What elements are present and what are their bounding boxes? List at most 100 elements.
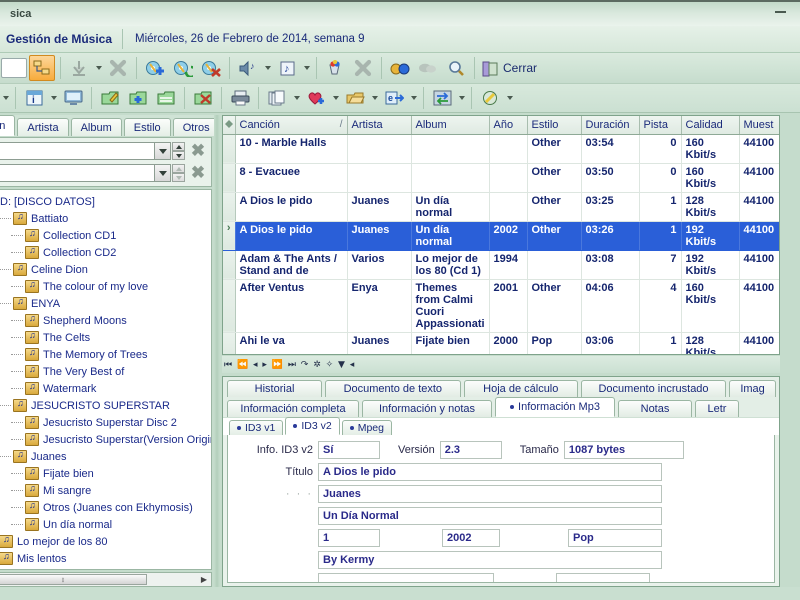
sidebar-tab-estilo[interactable]: Estilo bbox=[124, 118, 171, 136]
tab-hoja-de-c-lculo[interactable]: Hoja de cálculo bbox=[464, 380, 578, 397]
info-window-icon[interactable]: i bbox=[21, 85, 47, 111]
extra1-field[interactable] bbox=[318, 573, 494, 583]
table-row[interactable]: After VentusEnyaThemes from Calmi Cuori … bbox=[223, 279, 780, 332]
tab-historial[interactable]: Historial bbox=[227, 380, 322, 397]
tree-node[interactable]: Mis lentos bbox=[0, 550, 211, 567]
extra2-field[interactable] bbox=[556, 573, 650, 583]
column-header-calidad[interactable]: Calidad bbox=[681, 116, 739, 134]
column-header-pista[interactable]: Pista bbox=[639, 116, 681, 134]
folder-delete-icon[interactable] bbox=[190, 85, 216, 111]
tab-notas[interactable]: Notas bbox=[618, 400, 692, 417]
import-arrow-icon[interactable] bbox=[66, 55, 92, 81]
table-row[interactable]: 8 - EvacueeOther03:500160 Kbit/s44100 bbox=[223, 163, 780, 192]
chevron-down-icon-palette[interactable] bbox=[507, 96, 513, 100]
titulo-field[interactable]: A Dios le pido bbox=[318, 463, 662, 481]
tree-node[interactable]: -JESUCRISTO SUPERSTAR bbox=[0, 397, 211, 414]
chevron-down-icon-left[interactable] bbox=[3, 96, 9, 100]
library-tree[interactable]: D: [DISCO DATOS]-BattiatoCollection CD1C… bbox=[0, 189, 212, 570]
spinner-up-icon[interactable] bbox=[172, 164, 185, 173]
filter-input-1[interactable] bbox=[0, 142, 154, 160]
minimize-button[interactable] bbox=[775, 11, 786, 13]
chevron-down-icon-filter-2[interactable] bbox=[154, 164, 171, 182]
chevron-down-icon-copy[interactable] bbox=[294, 96, 300, 100]
filter-input-2[interactable] bbox=[0, 164, 154, 182]
chevron-down-icon-speaker[interactable] bbox=[265, 66, 271, 70]
chevron-down-icon-note[interactable] bbox=[304, 66, 310, 70]
speaker-icon[interactable]: ♪ bbox=[235, 55, 261, 81]
export-icon[interactable]: e bbox=[381, 85, 407, 111]
tree-node[interactable]: -Juanes bbox=[0, 448, 211, 465]
chevron-down-icon-import[interactable] bbox=[96, 66, 102, 70]
tree-node[interactable]: Watermark bbox=[0, 380, 211, 397]
chevron-down-icon-folder[interactable] bbox=[372, 96, 378, 100]
artista-field[interactable]: Juanes bbox=[318, 485, 662, 503]
chevron-down-icon-export[interactable] bbox=[411, 96, 417, 100]
subtab-id3-v1[interactable]: ID3 v1 bbox=[229, 420, 283, 435]
tree-node[interactable]: Shepherd Moons bbox=[0, 312, 211, 329]
spinner-down-icon[interactable] bbox=[172, 173, 185, 182]
tab-letr[interactable]: Letr bbox=[695, 400, 739, 417]
tree-node[interactable]: Jesucristo Superstar Disc 2 bbox=[0, 414, 211, 431]
tab-informaci-n-completa[interactable]: Información completa bbox=[227, 400, 359, 417]
row-marker[interactable]: › bbox=[223, 221, 235, 250]
tab-informaci-n-y-notas[interactable]: Información y notas bbox=[362, 400, 492, 417]
tab-documento-incrustado[interactable]: Documento incrustado bbox=[581, 380, 726, 397]
tab-imag[interactable]: Imag bbox=[729, 380, 776, 397]
tree-node[interactable]: -ENYA bbox=[0, 295, 211, 312]
row-marker[interactable] bbox=[223, 250, 235, 279]
tab-informaci-n-mp3[interactable]: Información Mp3 bbox=[495, 397, 615, 417]
spinner-down-icon[interactable] bbox=[172, 151, 185, 160]
sidebar-tab-album[interactable]: Album bbox=[71, 118, 122, 136]
chevron-down-icon-heart[interactable] bbox=[333, 96, 339, 100]
column-header-artista[interactable]: Artista bbox=[347, 116, 411, 134]
tree-node[interactable]: Mi sangre bbox=[0, 482, 211, 499]
grid-navigator[interactable]: ⏮ ⏪ ◂ ▸ ⏩ ⏭ ↷ ✲ ✧ ▼ ◂ bbox=[222, 356, 780, 373]
row-marker[interactable] bbox=[223, 279, 235, 332]
sidebar-tab-artista[interactable]: Artista bbox=[17, 118, 68, 136]
palette-icon[interactable] bbox=[477, 85, 503, 111]
tree-structure-icon[interactable] bbox=[29, 55, 55, 81]
column-header-duracin[interactable]: Duración bbox=[581, 116, 639, 134]
row-marker[interactable] bbox=[223, 192, 235, 221]
clear-x-icon-1[interactable]: ✖ bbox=[187, 141, 209, 161]
tree-node[interactable]: Un día normal bbox=[0, 516, 211, 533]
table-row[interactable]: Ahi le vaJuanesFijate bien2000Pop03:0611… bbox=[223, 332, 780, 355]
cloud-icon[interactable] bbox=[415, 55, 441, 81]
chevron-down-icon-info[interactable] bbox=[51, 96, 57, 100]
sidebar-tab-otros[interactable]: Otros bbox=[173, 118, 220, 136]
column-header-cancin[interactable]: Canción/ bbox=[235, 116, 347, 134]
tree-node[interactable]: -Battiato bbox=[0, 210, 211, 227]
folder-open-icon[interactable] bbox=[342, 85, 368, 111]
tree-node[interactable]: Fijate bien bbox=[0, 465, 211, 482]
table-row[interactable]: Adam & The Ants / Stand and deVariosLo m… bbox=[223, 250, 780, 279]
tree-hscrollbar[interactable]: ⦂ ▶ bbox=[0, 572, 212, 587]
edit-pencil-icon[interactable] bbox=[97, 85, 123, 111]
field-value-2[interactable]: 1087 bytes bbox=[564, 441, 684, 459]
note-frame-icon[interactable]: ♪ bbox=[274, 55, 300, 81]
column-header-album[interactable]: Album bbox=[411, 116, 489, 134]
tree-node[interactable]: The Very Best of bbox=[0, 363, 211, 380]
spinner-up-icon[interactable] bbox=[172, 142, 185, 151]
tree-node[interactable]: -Celine Dion bbox=[0, 261, 211, 278]
disc-remove-icon[interactable] bbox=[198, 55, 224, 81]
printer-icon[interactable] bbox=[227, 85, 253, 111]
tab-documento-de-texto[interactable]: Documento de texto bbox=[325, 380, 461, 397]
tree-node[interactable]: Lo mejor de los 80 bbox=[0, 533, 211, 550]
binoculars-icon[interactable] bbox=[387, 55, 413, 81]
navigator-glyphs[interactable]: ⏮ ⏪ ◂ ▸ ⏩ ⏭ ↷ ✲ ✧ ▼ ◂ bbox=[224, 360, 355, 370]
anio-field[interactable]: 2002 bbox=[442, 529, 500, 547]
comentario-field[interactable]: By Kermy bbox=[318, 551, 662, 569]
songs-grid[interactable]: Canción/ArtistaAlbumAñoEstiloDuraciónPis… bbox=[222, 115, 780, 355]
copy-stack-icon[interactable] bbox=[264, 85, 290, 111]
table-row[interactable]: 10 - Marble HallsOther03:540160 Kbit/s44… bbox=[223, 134, 780, 163]
subtab-mpeg[interactable]: Mpeg bbox=[342, 420, 392, 435]
chevron-down-icon-exchange[interactable] bbox=[459, 96, 465, 100]
column-header-ao[interactable]: Año bbox=[489, 116, 527, 134]
column-header-muest[interactable]: Muest bbox=[739, 116, 780, 134]
row-marker[interactable] bbox=[223, 134, 235, 163]
tree-node[interactable]: Collection CD2 bbox=[0, 244, 211, 261]
tree-node[interactable]: The Celts bbox=[0, 329, 211, 346]
folder-icon[interactable] bbox=[153, 85, 179, 111]
tree-node[interactable]: D: [DISCO DATOS] bbox=[0, 193, 211, 210]
folder-add-icon[interactable] bbox=[125, 85, 151, 111]
